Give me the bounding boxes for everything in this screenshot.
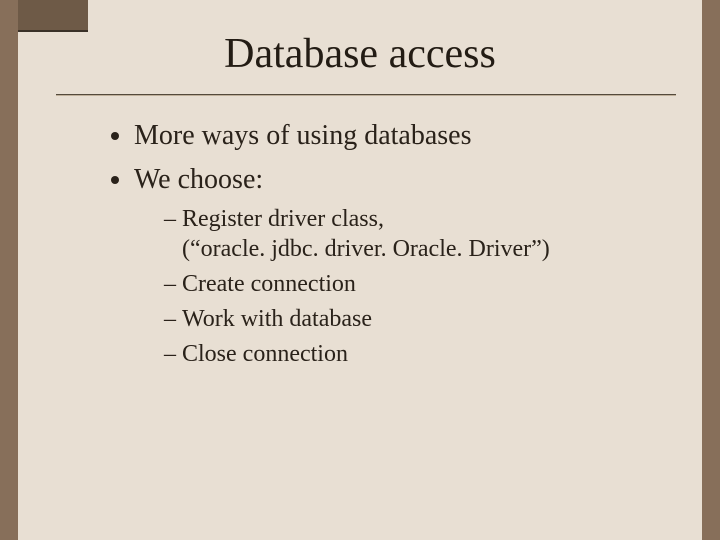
sub-bullet-text: Register driver class,	[182, 206, 384, 232]
sub-bullet-item: Register driver class, (“oracle. jdbc. d…	[164, 204, 662, 265]
bullet-list: More ways of using databases We choose: …	[106, 118, 662, 369]
sub-bullet-text-line2: (“oracle. jdbc. driver. Oracle. Driver”)	[182, 234, 662, 265]
sub-bullet-list: Register driver class, (“oracle. jdbc. d…	[134, 204, 662, 370]
sub-bullet-text: Create connection	[182, 271, 356, 297]
bullet-item: More ways of using databases	[134, 118, 662, 154]
sub-bullet-item: Create connection	[164, 269, 662, 300]
corner-decoration	[18, 0, 88, 32]
slide-title: Database access	[18, 30, 702, 78]
sub-bullet-text: Close connection	[182, 341, 348, 367]
sub-bullet-text: Work with database	[182, 306, 372, 332]
bullet-text: We choose:	[134, 164, 263, 195]
title-wrap: Database access	[18, 30, 702, 78]
sub-bullet-item: Close connection	[164, 339, 662, 370]
sub-bullet-item: Work with database	[164, 304, 662, 335]
bullet-item: We choose: Register driver class, (“orac…	[134, 162, 662, 369]
title-divider	[56, 94, 676, 95]
slide-content: More ways of using databases We choose: …	[106, 116, 662, 377]
slide: Database access More ways of using datab…	[18, 0, 702, 540]
bullet-text: More ways of using databases	[134, 120, 471, 151]
